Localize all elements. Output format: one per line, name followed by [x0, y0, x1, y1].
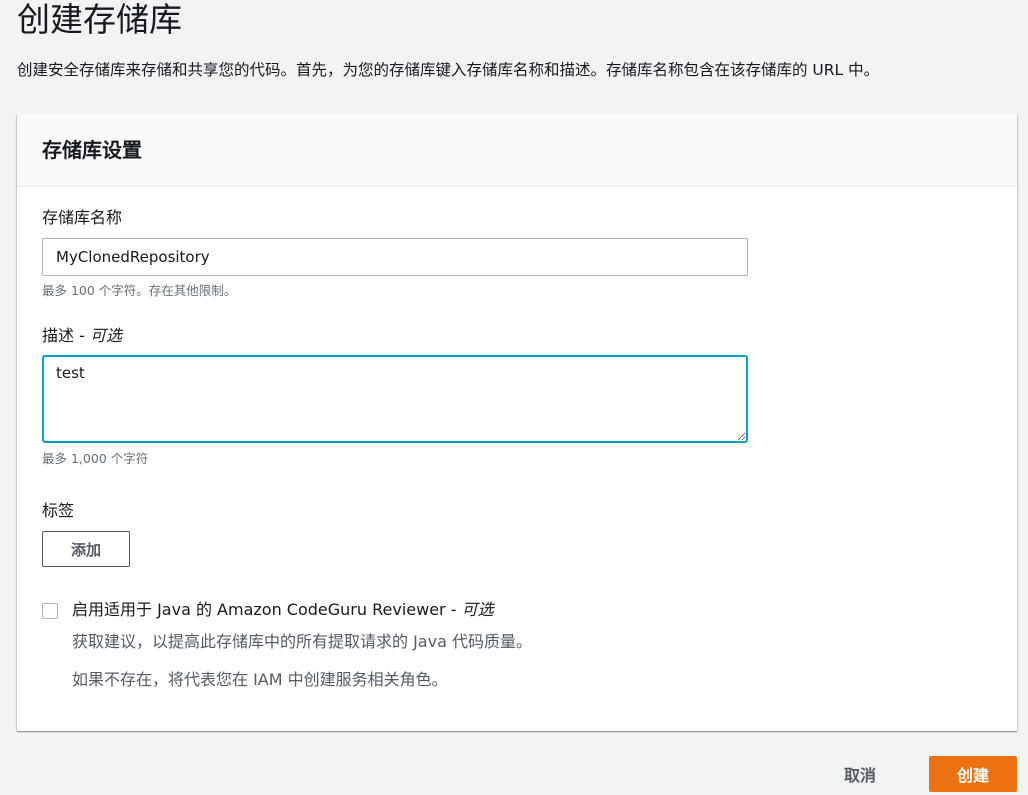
codeguru-optional-text: 可选	[461, 600, 494, 619]
description-label-text: 描述 -	[42, 326, 90, 345]
tags-label: 标签	[42, 501, 75, 520]
description-optional-text: 可选	[89, 326, 122, 345]
panel-title: 存储库设置	[42, 138, 142, 162]
repository-settings-panel: 存储库设置 存储库名称 最多 100 个字符。存在其他限制。 描述 - 可选 t…	[17, 114, 1017, 731]
cancel-button[interactable]: 取消	[821, 756, 899, 792]
page-title: 创建存储库	[17, 0, 182, 39]
page-description: 创建安全存储库来存储和共享您的代码。首先，为您的存储库键入存储库名称和描述。存储…	[17, 61, 880, 79]
description-textarea[interactable]: test	[42, 355, 748, 443]
repository-name-label: 存储库名称	[42, 208, 123, 227]
add-tag-button[interactable]: 添加	[42, 531, 130, 567]
codeguru-label-text: 启用适用于 Java 的 Amazon CodeGuru Reviewer -	[72, 600, 462, 619]
codeguru-checkbox[interactable]	[42, 603, 58, 619]
codeguru-label[interactable]: 启用适用于 Java 的 Amazon CodeGuru Reviewer - …	[72, 598, 494, 622]
description-label: 描述 - 可选	[42, 325, 122, 347]
description-hint: 最多 1,000 个字符	[42, 451, 149, 466]
repository-name-hint: 最多 100 个字符。存在其他限制。	[42, 283, 237, 298]
panel-header: 存储库设置	[17, 114, 1017, 187]
codeguru-description-2: 如果不存在，将代表您在 IAM 中创建服务相关角色。	[72, 670, 448, 689]
repository-name-input[interactable]	[42, 238, 748, 276]
create-button[interactable]: 创建	[929, 756, 1017, 792]
create-repository-page: 创建存储库 创建安全存储库来存储和共享您的代码。首先，为您的存储库键入存储库名称…	[0, 0, 1028, 795]
codeguru-description-1: 获取建议，以提高此存储库中的所有提取请求的 Java 代码质量。	[72, 632, 532, 651]
